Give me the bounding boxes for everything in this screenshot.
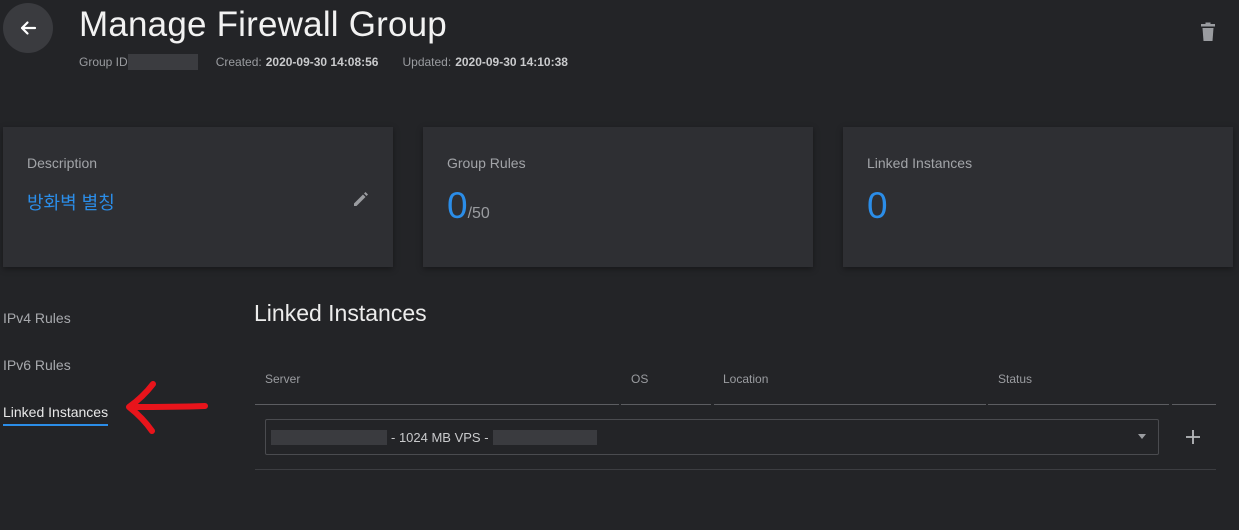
linked-instances-label: Linked Instances <box>867 155 973 171</box>
updated-value: 2020-09-30 14:10:38 <box>455 55 568 69</box>
redacted-server-location <box>492 429 597 445</box>
back-button[interactable] <box>3 3 53 53</box>
created-value: 2020-09-30 14:08:56 <box>265 55 379 69</box>
updated-label: Updated: <box>402 55 452 69</box>
column-header-status: Status <box>998 372 1033 386</box>
group-rules-max: /50 <box>467 205 490 222</box>
page-title: Manage Firewall Group <box>79 5 447 44</box>
header-divider <box>255 404 619 405</box>
group-rules-count: 0 <box>447 185 468 226</box>
header-divider <box>714 404 986 405</box>
description-value: 방화벽 별칭 <box>27 193 115 213</box>
row-divider <box>255 469 1216 470</box>
group-meta: Group ID Created: 2020-09-30 14:08:56 Up… <box>79 54 568 70</box>
add-instance-button[interactable] <box>1181 425 1205 449</box>
header-divider <box>621 404 711 405</box>
section-title: Linked Instances <box>254 300 427 326</box>
nav-ipv4-rules[interactable]: IPv4 Rules <box>3 310 71 326</box>
nav-linked-instances[interactable]: Linked Instances <box>3 404 109 426</box>
group-rules-label: Group Rules <box>447 155 526 171</box>
linked-instances-card: Linked Instances 0 <box>843 127 1233 267</box>
group-id-label: Group ID <box>79 55 128 69</box>
pencil-icon <box>354 192 368 206</box>
column-header-location: Location <box>723 372 769 386</box>
arrow-left-icon <box>20 21 37 35</box>
column-header-os: OS <box>631 372 649 386</box>
edit-description-button[interactable] <box>351 189 371 209</box>
linked-instances-count: 0 <box>867 185 888 226</box>
header-divider <box>1172 404 1216 405</box>
dropdown-arrow-icon <box>1138 434 1146 439</box>
description-card: Description 방화벽 별칭 <box>3 127 393 267</box>
server-select[interactable]: - 1024 MB VPS - <box>265 419 1159 455</box>
server-select-text: - 1024 MB VPS - <box>391 429 489 445</box>
plus-icon <box>1186 430 1200 444</box>
redacted-server-name <box>271 429 387 445</box>
created-label: Created: <box>215 55 262 69</box>
group-rules-stat: 0/50 <box>447 185 490 227</box>
red-arrow-annotation <box>126 381 208 434</box>
header-divider <box>988 404 1169 405</box>
delete-group-button[interactable] <box>1197 21 1219 43</box>
redacted-group-id <box>127 54 198 70</box>
trash-icon <box>1201 22 1215 41</box>
nav-ipv6-rules[interactable]: IPv6 Rules <box>3 357 71 373</box>
group-rules-card: Group Rules 0/50 <box>423 127 813 267</box>
linked-instances-stat: 0 <box>867 185 888 227</box>
column-header-server: Server <box>265 372 301 386</box>
description-label: Description <box>27 155 98 171</box>
